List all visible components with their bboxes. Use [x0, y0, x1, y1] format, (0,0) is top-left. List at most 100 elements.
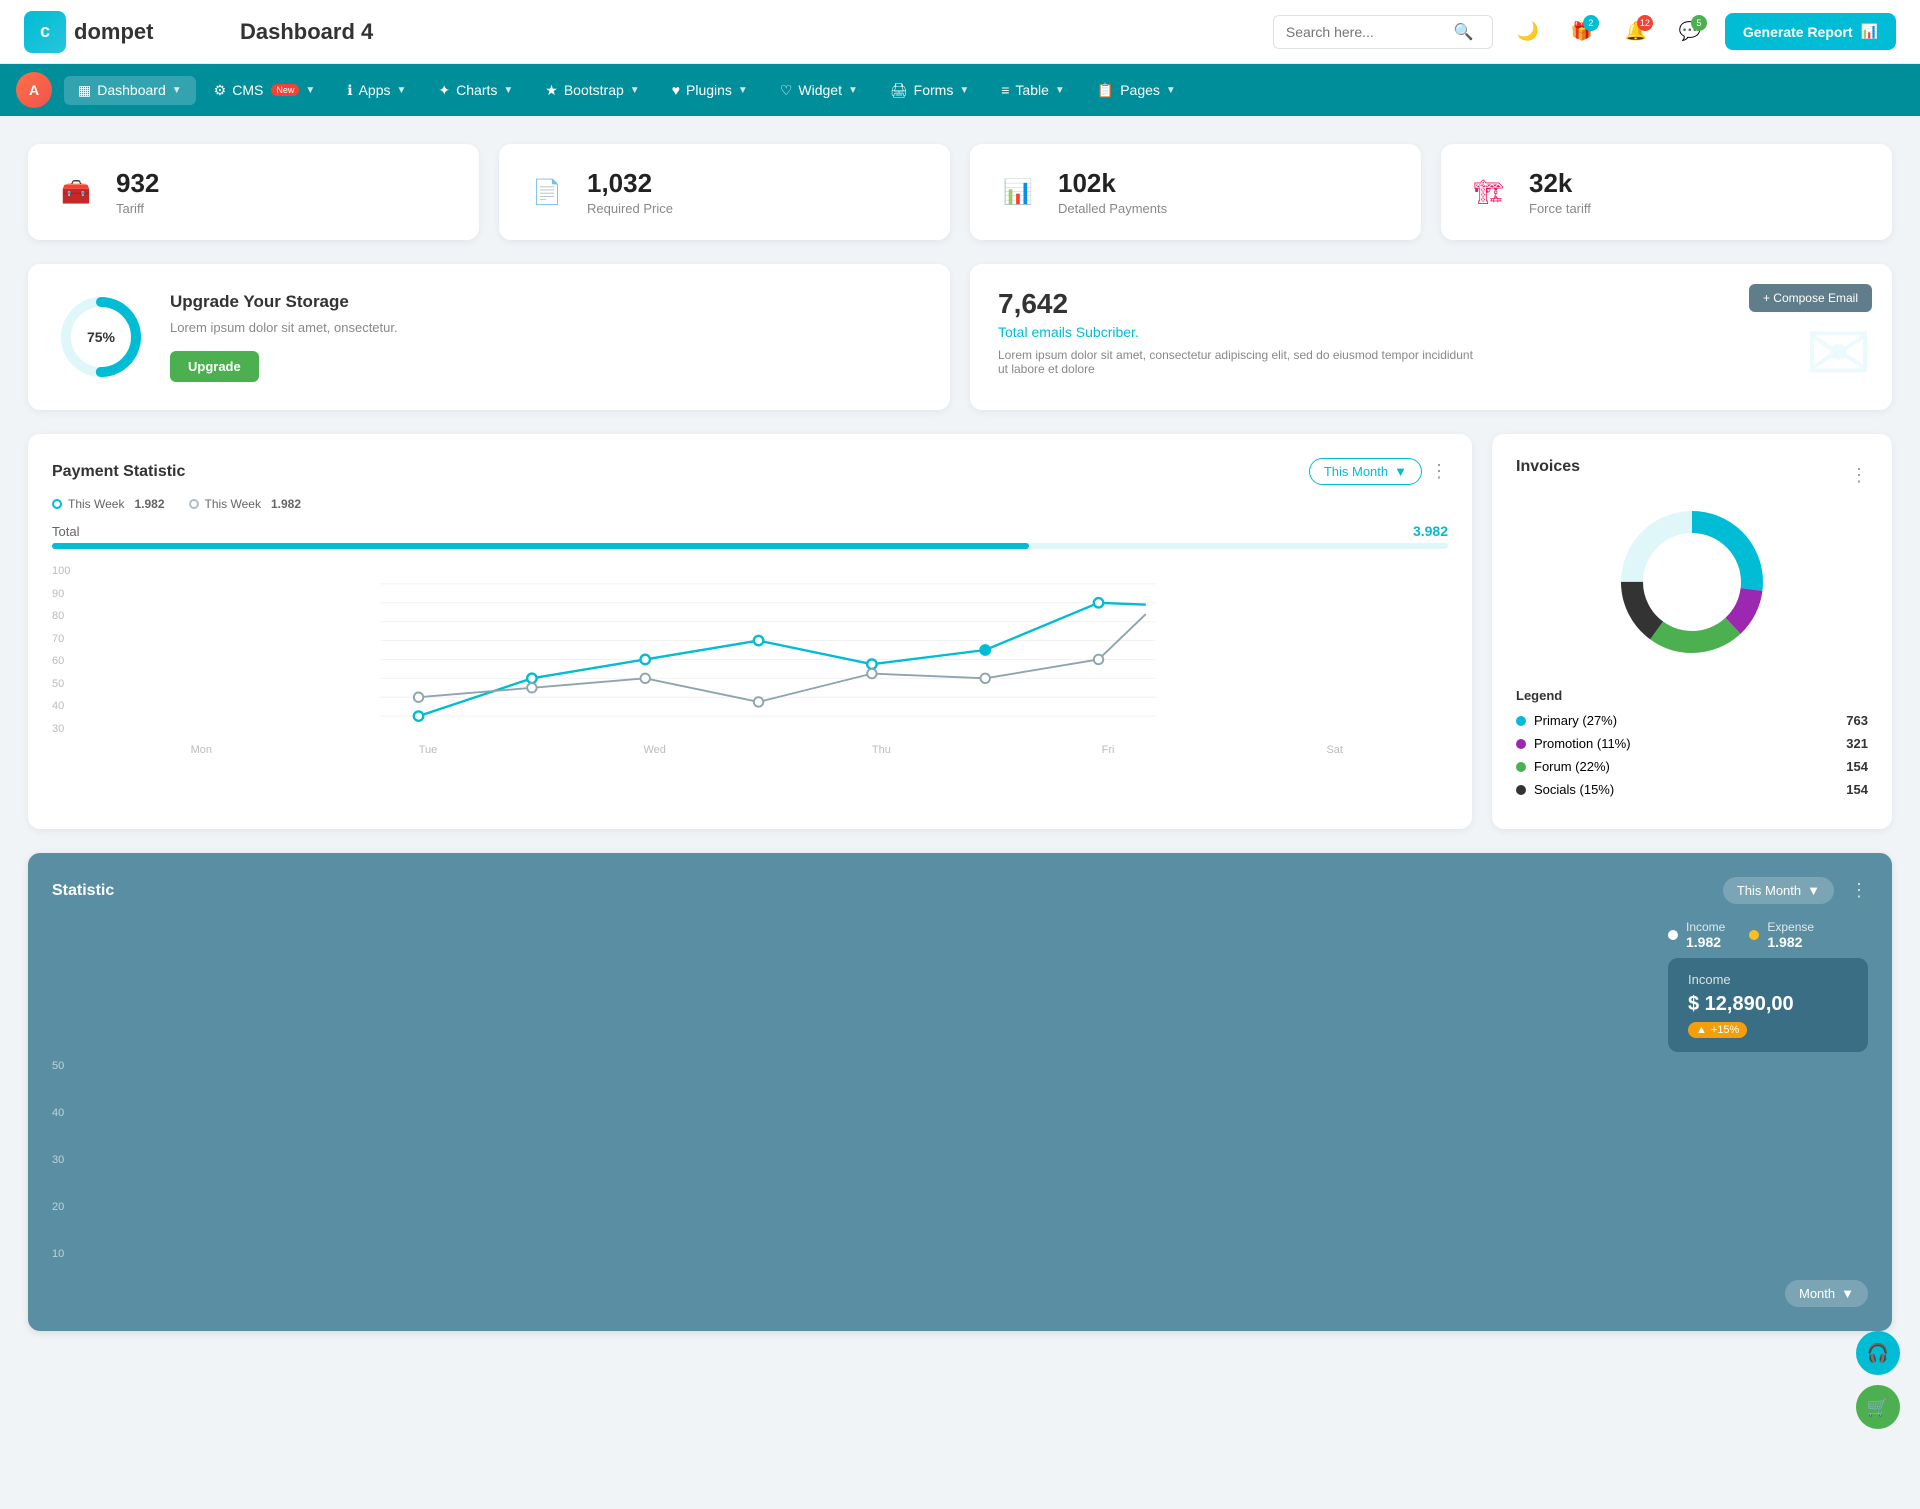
search-box[interactable]: 🔍: [1273, 15, 1493, 49]
nav-label-forms: Forms: [914, 82, 954, 98]
stat-filter-label: This Month: [1737, 883, 1801, 898]
bell-btn[interactable]: 🔔 12: [1617, 13, 1655, 51]
inv-val-socials: 154: [1846, 782, 1868, 797]
inv-label-primary: Primary (27%): [1534, 713, 1617, 728]
payment-progress-bar: [52, 543, 1448, 549]
storage-title: Upgrade Your Storage: [170, 292, 398, 312]
nav-item-plugins[interactable]: ♥ Plugins ▼: [658, 76, 762, 104]
tariff-value: 932: [116, 168, 159, 199]
table-icon: ≡: [1001, 82, 1009, 98]
email-bg-icon: ✉: [1805, 307, 1872, 400]
chevron-down-icon-widget: ▼: [848, 85, 858, 96]
nav-item-widget[interactable]: ♡ Widget ▼: [766, 76, 872, 105]
statistic-more-icon[interactable]: ⋮: [1850, 880, 1868, 901]
legend-item-0: This Week 1.982: [52, 497, 165, 511]
nav-item-table[interactable]: ≡ Table ▼: [987, 76, 1079, 104]
filter-label: This Month: [1324, 464, 1388, 479]
legend-dot-0: [52, 499, 62, 509]
expense-legend-item: Expense 1.982: [1749, 920, 1814, 950]
search-input[interactable]: [1286, 24, 1446, 40]
forms-icon: 🖨: [890, 82, 908, 99]
payment-progress-fill: [52, 543, 1029, 549]
support-button[interactable]: 🎧: [1856, 1331, 1900, 1375]
inv-dot-forum: [1516, 762, 1526, 772]
nav-item-charts[interactable]: ✦ Charts ▼: [424, 76, 527, 105]
y-label-100: 100: [52, 565, 70, 577]
income-box-value: $ 12,890,00: [1688, 993, 1848, 1016]
required-price-icon: 📄: [523, 168, 571, 216]
chart-icon: 📊: [1861, 23, 1878, 40]
invoices-card: Invoices ⋮ Leg: [1492, 434, 1892, 829]
cms-new-badge: New: [271, 84, 299, 96]
nav-item-dashboard[interactable]: ▦ Dashboard ▼: [64, 76, 196, 105]
arrow-up-icon: ▲: [1696, 1024, 1707, 1036]
payments-icon: 📊: [994, 168, 1042, 216]
pages-icon: 📋: [1097, 82, 1114, 99]
payment-filter-button[interactable]: This Month ▼: [1309, 458, 1422, 485]
float-buttons: 🎧 🛒: [1856, 1331, 1900, 1429]
stat-card-payments: 📊 102k Detalled Payments: [970, 144, 1421, 240]
income-box-label: Income: [1688, 972, 1848, 987]
nav-item-bootstrap[interactable]: ★ Bootstrap ▼: [531, 76, 653, 105]
nav-item-pages[interactable]: 📋 Pages ▼: [1083, 76, 1190, 105]
chat-badge: 5: [1691, 15, 1707, 31]
chevron-down-icon-table: ▼: [1055, 85, 1065, 96]
payment-filter: This Month ▼ ⋮: [1309, 458, 1448, 485]
nav-label-plugins: Plugins: [686, 82, 732, 98]
y-label-80: 80: [52, 610, 70, 622]
logo-text: dompet: [74, 19, 153, 45]
chat-btn[interactable]: 💬 5: [1671, 13, 1709, 51]
statistic-filter-button[interactable]: This Month ▼: [1723, 877, 1834, 904]
inv-dot-socials: [1516, 785, 1526, 795]
income-legend-item: Income 1.982: [1668, 920, 1725, 950]
payment-card: Payment Statistic This Month ▼ ⋮ This We…: [28, 434, 1472, 829]
nav-item-cms[interactable]: ⚙ CMS New ▼: [200, 76, 330, 105]
upgrade-button[interactable]: Upgrade: [170, 351, 259, 382]
y-label-90: 90: [52, 588, 70, 600]
generate-report-button[interactable]: Generate Report 📊: [1725, 13, 1896, 50]
x-label-wed: Wed: [541, 744, 768, 756]
stat-y-50: 50: [52, 1060, 64, 1072]
email-count: 7,642: [998, 288, 1864, 320]
y-label-60: 60: [52, 655, 70, 667]
logo-icon: c: [24, 11, 66, 53]
legend-label-0: This Week: [68, 497, 124, 511]
line-chart-svg: [88, 565, 1448, 735]
invoices-more-icon[interactable]: ⋮: [1850, 465, 1868, 486]
moon-toggle[interactable]: 🌙: [1509, 13, 1547, 51]
payment-more-icon[interactable]: ⋮: [1430, 461, 1448, 482]
storage-card: 75% Upgrade Your Storage Lorem ipsum dol…: [28, 264, 950, 410]
dashboard-icon: ▦: [78, 82, 91, 99]
chevron-down-icon-stat: ▼: [1807, 883, 1820, 898]
income-box-badge: ▲ +15%: [1688, 1022, 1747, 1038]
payments-label: Detalled Payments: [1058, 201, 1167, 216]
topbar-icons: 🌙 🎁 2 🔔 12 💬 5 Generate Report 📊: [1509, 13, 1896, 51]
gift-btn[interactable]: 🎁 2: [1563, 13, 1601, 51]
invoices-legend: Legend Primary (27%) 763 Promotion (11%)…: [1516, 688, 1868, 797]
nav-label-apps: Apps: [359, 82, 391, 98]
force-tariff-icon: 🏗: [1465, 168, 1513, 216]
cms-icon: ⚙: [214, 82, 227, 99]
month-filter-button[interactable]: Month ▼: [1785, 1280, 1868, 1307]
chevron-down-icon-forms: ▼: [959, 85, 969, 96]
force-tariff-value: 32k: [1529, 168, 1591, 199]
x-label-sat: Sat: [1221, 744, 1448, 756]
inv-val-primary: 763: [1846, 713, 1868, 728]
stat-y-30: 30: [52, 1154, 64, 1166]
legend-dot-1: [189, 499, 199, 509]
widget-icon: ♡: [780, 82, 793, 99]
inv-dot-promotion: [1516, 739, 1526, 749]
cart-button[interactable]: 🛒: [1856, 1385, 1900, 1429]
total-value: 3.982: [1413, 523, 1448, 539]
expense-value: 1.982: [1767, 934, 1814, 950]
chevron-down-icon-cms: ▼: [305, 85, 315, 96]
payment-total-row: Total 3.982: [52, 523, 1448, 539]
nav-item-apps[interactable]: ℹ Apps ▼: [333, 76, 420, 105]
search-icon[interactable]: 🔍: [1454, 22, 1474, 42]
nav-item-forms[interactable]: 🖨 Forms ▼: [876, 76, 983, 105]
income-value: 1.982: [1686, 934, 1725, 950]
x-label-fri: Fri: [995, 744, 1222, 756]
bootstrap-icon: ★: [545, 82, 558, 99]
chevron-down-icon-plugins: ▼: [738, 85, 748, 96]
email-subtitle: Total emails Subcriber.: [998, 324, 1864, 340]
